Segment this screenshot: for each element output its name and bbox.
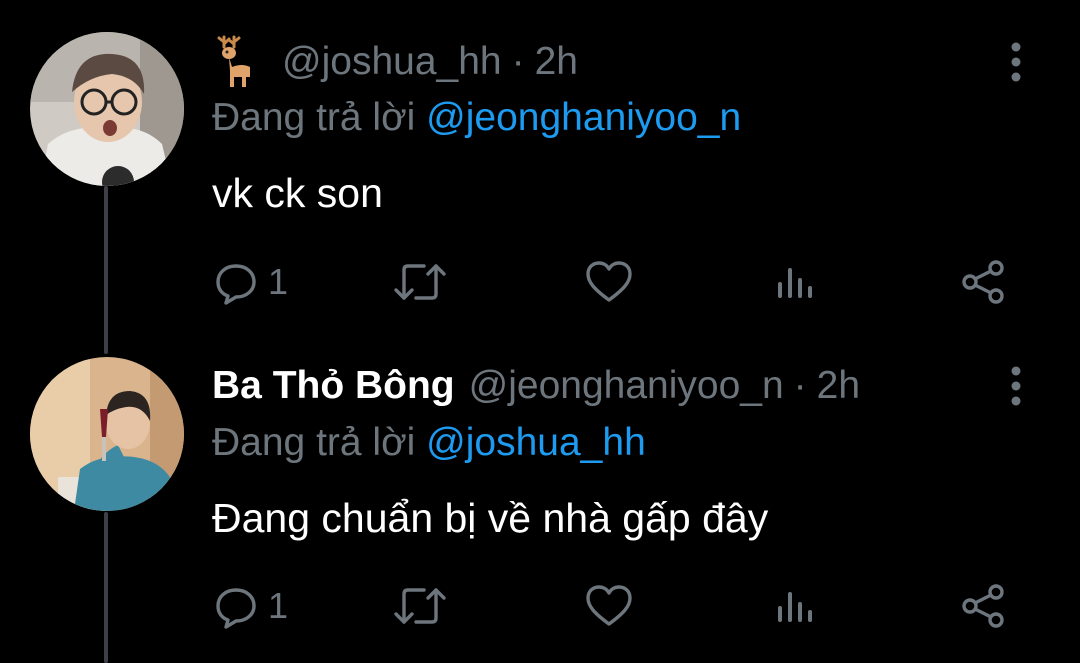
tweet-header: @joshua_hh · 2h	[212, 32, 578, 92]
reply-prefix: Đang trả lời	[212, 96, 416, 139]
analytics-icon	[778, 268, 812, 298]
reply-button[interactable]: 1	[212, 578, 288, 634]
reply-button[interactable]: 1	[212, 254, 288, 310]
reply-to-mention[interactable]: @joshua_hh	[426, 421, 646, 464]
user-handle[interactable]: @jeonghaniyoo_n	[469, 364, 784, 408]
like-button[interactable]	[584, 254, 634, 310]
deer-emoji-icon	[212, 35, 256, 89]
timestamp[interactable]: 2h	[817, 364, 860, 408]
reply-context: Đang trả lời @joshua_hh	[212, 421, 646, 465]
tweet-header: Ba Thỏ Bông @jeonghaniyoo_n · 2h	[212, 356, 860, 416]
tweet-actions: 1	[212, 578, 1012, 634]
retweet-icon	[394, 264, 446, 300]
retweet-button[interactable]	[392, 578, 448, 634]
more-options-button[interactable]	[1004, 362, 1028, 410]
more-vertical-icon	[1011, 42, 1021, 82]
reply-context: Đang trả lời @jeonghaniyoo_n	[212, 96, 741, 140]
separator-dot: ·	[511, 40, 525, 83]
reply-count: 1	[268, 261, 289, 302]
analytics-button[interactable]	[774, 254, 814, 310]
tweet[interactable]: Ba Thỏ Bông @jeonghaniyoo_n · 2h Đang tr…	[0, 355, 1080, 663]
reply-count: 1	[268, 585, 289, 626]
display-name[interactable]: Ba Thỏ Bông	[212, 364, 455, 408]
avatar[interactable]	[30, 32, 184, 186]
tweet[interactable]: @joshua_hh · 2h Đang trả lời @jeonghaniy…	[0, 0, 1080, 320]
like-button[interactable]	[584, 578, 634, 634]
share-button[interactable]	[960, 254, 1006, 310]
reply-prefix: Đang trả lời	[212, 421, 416, 464]
share-icon	[962, 260, 1004, 304]
reply-to-mention[interactable]: @jeonghaniyoo_n	[426, 96, 741, 139]
separator-dot: ·	[793, 364, 807, 407]
tweet-text: vk ck son	[212, 170, 383, 216]
tweet-text: Đang chuẩn bị về nhà gấp đây	[212, 495, 769, 541]
more-vertical-icon	[1011, 366, 1021, 406]
share-icon	[962, 584, 1004, 628]
analytics-icon	[778, 592, 812, 622]
retweet-icon	[394, 588, 446, 624]
more-options-button[interactable]	[1004, 38, 1028, 86]
reply-icon	[216, 264, 256, 305]
tweet-actions: 1	[212, 254, 1012, 310]
retweet-button[interactable]	[392, 254, 448, 310]
like-icon	[586, 585, 632, 626]
avatar[interactable]	[30, 357, 184, 511]
user-handle[interactable]: @joshua_hh	[282, 40, 502, 84]
timestamp[interactable]: 2h	[535, 40, 578, 84]
reply-icon	[216, 588, 256, 629]
analytics-button[interactable]	[774, 578, 814, 634]
like-icon	[586, 261, 632, 302]
share-button[interactable]	[960, 578, 1006, 634]
